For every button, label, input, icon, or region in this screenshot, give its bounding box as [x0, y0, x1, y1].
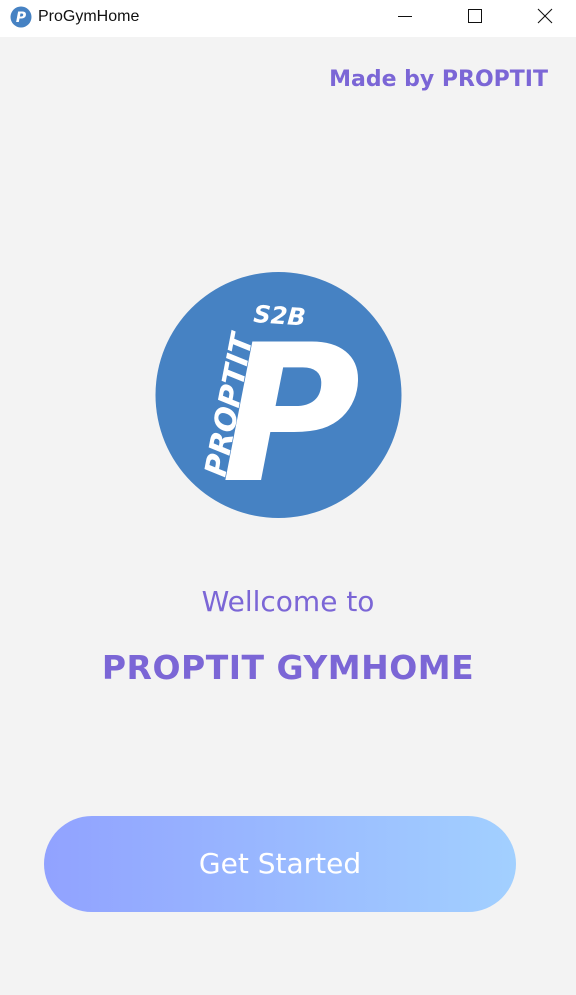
- get-started-label: Get Started: [198, 847, 362, 880]
- close-button[interactable]: [522, 0, 568, 32]
- app-window: P ProGymHome Made by PROPTIT P PROPTIT S…: [0, 0, 576, 995]
- maximize-icon: [468, 9, 482, 23]
- minimize-button[interactable]: [382, 0, 428, 32]
- app-name-title: PROPTIT GYMHOME: [101, 648, 475, 687]
- get-started-button[interactable]: Get Started: [44, 816, 516, 912]
- logo-top-text: S2B: [253, 300, 307, 332]
- title-bar[interactable]: P ProGymHome: [0, 0, 576, 37]
- maximize-button[interactable]: [452, 0, 498, 32]
- minimize-icon: [398, 16, 412, 17]
- welcome-text: Wellcome to: [201, 585, 375, 618]
- close-icon: [537, 8, 553, 24]
- proptit-logo: P PROPTIT S2B: [155, 272, 402, 518]
- svg-text:P: P: [16, 10, 27, 26]
- window-title: ProGymHome: [38, 8, 140, 25]
- made-by-label: Made by PROPTIT: [329, 67, 548, 92]
- app-icon: P: [10, 6, 32, 28]
